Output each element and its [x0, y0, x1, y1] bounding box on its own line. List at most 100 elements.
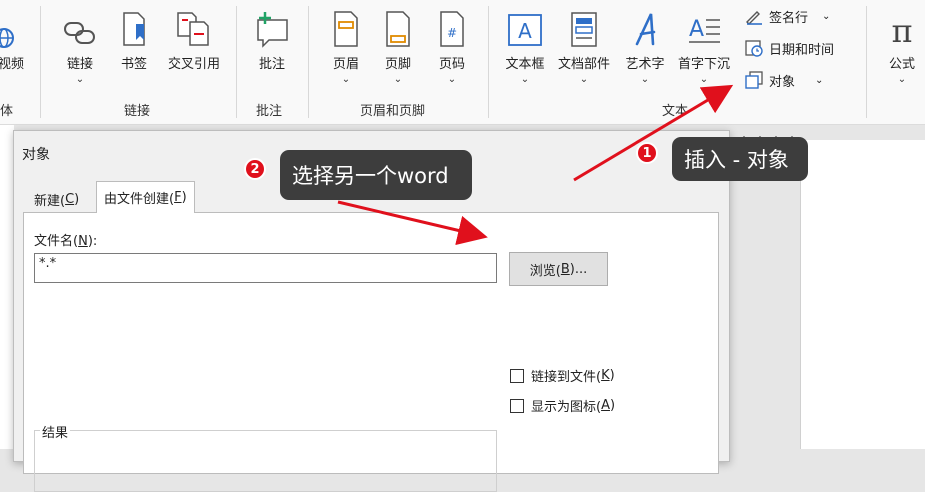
- comment-label: 批注: [258, 57, 285, 72]
- footer-button[interactable]: 页脚 ⌄: [376, 8, 420, 85]
- chevron-down-icon: ⌄: [699, 74, 709, 85]
- separator: [866, 6, 867, 118]
- chevron-down-icon: ⌄: [520, 74, 530, 85]
- result-label: 结果: [40, 422, 71, 441]
- text-group-label: 文本: [662, 104, 689, 119]
- chevron-down-icon: ⌄: [579, 74, 589, 85]
- tab-from-file-mnemonic: F: [174, 190, 182, 205]
- video-button-partial[interactable]: 视频: [0, 8, 24, 72]
- svg-text:A: A: [518, 19, 532, 43]
- wordart-icon: [627, 8, 663, 48]
- link-to-file-checkbox[interactable]: 链接到文件(K): [510, 366, 615, 385]
- comments-group-label: 批注: [256, 104, 283, 119]
- tab-create-new[interactable]: 新建(C): [27, 186, 87, 212]
- cross-reference-label: 交叉引用: [167, 57, 220, 72]
- filename-label-text: 文件名(: [34, 234, 79, 249]
- tab-create-new-suffix: ): [74, 191, 80, 207]
- chevron-down-icon: ⌄: [815, 74, 824, 86]
- filename-label-suffix: ):: [87, 234, 98, 249]
- wordart-button[interactable]: 艺术字 ⌄: [620, 8, 670, 85]
- quick-parts-label: 文档部件: [557, 57, 610, 72]
- date-time-label: 日期和时间: [769, 42, 835, 58]
- object-button[interactable]: 对象 ⌄: [744, 70, 823, 90]
- date-time-button[interactable]: 日期和时间: [744, 38, 834, 58]
- signature-line-label: 签名行: [769, 10, 809, 26]
- equation-button[interactable]: π 公式 ⌄: [882, 8, 922, 85]
- document-page-right: [800, 140, 925, 449]
- date-time-icon: [744, 38, 764, 58]
- link-button[interactable]: 链接 ⌄: [58, 8, 102, 85]
- annotation-callout-1: 插入 - 对象: [672, 137, 808, 181]
- chevron-down-icon: ⌄: [75, 74, 85, 85]
- annotation-callout-2: 选择另一个word: [280, 150, 472, 200]
- annotation-badge-1: 1: [636, 142, 658, 164]
- header-button[interactable]: 页眉 ⌄: [324, 8, 368, 85]
- quick-parts-button[interactable]: 文档部件 ⌄: [554, 8, 614, 85]
- chevron-down-icon: ⌄: [447, 74, 457, 85]
- document-page-left: [0, 125, 14, 449]
- video-label: 视频: [0, 57, 25, 72]
- tab-from-file-suffix: ): [181, 190, 187, 205]
- object-label: 对象: [769, 74, 796, 90]
- signature-line-button[interactable]: 签名行 ⌄: [744, 6, 830, 26]
- bookmark-label: 书签: [120, 57, 147, 72]
- display-as-icon-suffix: ): [609, 398, 616, 413]
- checkbox-box[interactable]: [510, 368, 524, 383]
- bookmark-icon: [119, 8, 149, 48]
- globe-icon: [0, 8, 20, 48]
- separator: [40, 6, 41, 118]
- svg-text:A: A: [689, 17, 704, 42]
- page-number-button[interactable]: # 页码 ⌄: [430, 8, 474, 85]
- display-as-icon-checkbox[interactable]: 显示为图标(A): [510, 396, 615, 415]
- drop-cap-icon: A: [686, 8, 722, 48]
- tab-create-from-file[interactable]: 由文件创建(F): [96, 181, 195, 213]
- object-icon: [744, 70, 764, 90]
- cross-reference-button[interactable]: 交叉引用: [162, 8, 226, 72]
- filename-mnemonic: N: [78, 234, 88, 249]
- link-label: 链接: [66, 57, 93, 72]
- browse-label: 浏览(: [529, 263, 561, 279]
- links-group-label: 链接: [124, 104, 151, 119]
- checkbox-box[interactable]: [510, 398, 524, 413]
- wordart-label: 艺术字: [625, 57, 665, 72]
- partial-group-label: 体: [0, 104, 14, 119]
- header-icon: [331, 8, 361, 48]
- svg-text:π: π: [891, 12, 912, 48]
- browse-mnemonic: B: [560, 261, 570, 277]
- filename-input[interactable]: *.*: [34, 253, 497, 283]
- chevron-down-icon: ⌄: [341, 74, 351, 85]
- separator: [488, 6, 489, 118]
- tab-from-file-label: 由文件创建(: [104, 192, 175, 207]
- display-as-icon-label: 显示为图标(: [531, 400, 602, 415]
- annotation-badge-2: 2: [244, 158, 266, 180]
- tab-panel: 文件名(N): *.* 浏览(B)... 链接到文件(K) 显示为图标(A) 结…: [23, 212, 719, 492]
- separator: [236, 6, 237, 118]
- tab-create-new-label: 新建(: [34, 193, 66, 209]
- chevron-down-icon: ⌄: [393, 74, 403, 85]
- drop-cap-button[interactable]: A 首字下沉 ⌄: [674, 8, 734, 85]
- text-box-button[interactable]: A 文本框 ⌄: [500, 8, 550, 85]
- svg-text:#: #: [447, 26, 457, 40]
- signature-line-icon: [744, 6, 764, 26]
- separator: [308, 6, 309, 118]
- comment-button[interactable]: 批注: [250, 8, 294, 72]
- browse-button[interactable]: 浏览(B)...: [509, 252, 608, 286]
- tab-create-new-mnemonic: C: [65, 191, 75, 207]
- ribbon: 视频 体 链接 ⌄ 书签 交叉引用 链接 批注 批注 页眉 ⌄ 页脚 ⌄ # 页…: [0, 0, 925, 125]
- drop-cap-label: 首字下沉: [677, 57, 730, 72]
- footer-icon: [383, 8, 413, 48]
- equation-label: 公式: [888, 57, 915, 72]
- display-as-icon-mnemonic: A: [601, 398, 610, 413]
- bookmark-button[interactable]: 书签: [112, 8, 156, 72]
- link-to-file-mnemonic: K: [601, 368, 610, 383]
- quick-parts-icon: [568, 8, 600, 48]
- dialog-title: 对象: [22, 147, 50, 163]
- cross-reference-icon: [174, 8, 214, 48]
- chevron-down-icon: ⌄: [640, 74, 650, 85]
- chevron-down-icon: ⌄: [822, 10, 831, 22]
- page-number-icon: #: [437, 8, 467, 48]
- filename-label: 文件名(N):: [34, 230, 97, 249]
- page-number-label: 页码: [438, 57, 465, 72]
- header-footer-group-label: 页眉和页脚: [360, 104, 426, 119]
- footer-label: 页脚: [384, 57, 411, 72]
